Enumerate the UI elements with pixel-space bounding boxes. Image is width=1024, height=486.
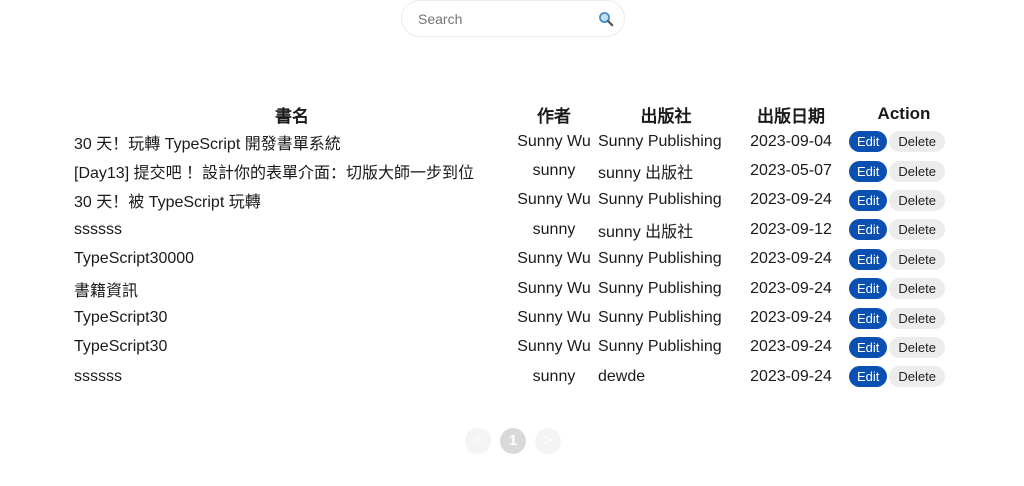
search-icon[interactable]	[598, 11, 614, 27]
table-row: ssssss sunny dewde 2023-09-24 Edit Delete	[72, 362, 962, 391]
page-1-button[interactable]: 1	[500, 428, 526, 454]
book-name: ssssss	[74, 220, 122, 238]
table-row: 書籍資訊 Sunny Wu Sunny Publishing 2023-09-2…	[72, 274, 962, 303]
book-date: 2023-05-07	[750, 162, 832, 180]
delete-button[interactable]: Delete	[889, 160, 945, 182]
book-publisher: Sunny Publishing	[598, 132, 722, 150]
book-name: 書籍資訊	[74, 282, 139, 300]
edit-button[interactable]: Edit	[849, 189, 888, 211]
header-action: Action	[877, 104, 931, 123]
header-name: 書名	[275, 106, 309, 126]
book-publisher: sunny 出版社	[598, 223, 694, 241]
book-name: TypeScript30	[74, 338, 168, 356]
book-publisher: Sunny Publishing	[598, 250, 722, 268]
book-publisher: Sunny Publishing	[598, 309, 722, 327]
edit-button[interactable]: Edit	[849, 219, 888, 241]
book-author: Sunny Wu	[517, 132, 591, 150]
action-cell: Edit Delete	[846, 215, 962, 244]
table-row: ssssss sunny sunny 出版社 2023-09-12 Edit De…	[72, 215, 962, 244]
edit-button[interactable]: Edit	[849, 248, 888, 270]
book-publisher: Sunny Publishing	[598, 279, 722, 297]
table-row: [Day13] 提交吧 ！設計你的表單介面：切版大師一步到位 sunny sun…	[72, 156, 962, 185]
book-name: [Day13] 提交吧 ！設計你的表單介面：切版大師一步到位	[74, 165, 475, 183]
action-cell: Edit Delete	[846, 156, 962, 185]
action-cell: Edit Delete	[846, 274, 962, 303]
header-date: 出版日期	[757, 106, 825, 126]
delete-button[interactable]: Delete	[889, 131, 945, 153]
delete-button[interactable]: Delete	[889, 219, 945, 241]
book-author: sunny	[532, 367, 576, 385]
book-date: 2023-09-24	[750, 309, 832, 327]
search-input[interactable]	[418, 1, 588, 36]
edit-button[interactable]: Edit	[849, 131, 888, 153]
edit-button[interactable]: Edit	[849, 366, 888, 388]
book-name: TypeScript30000	[74, 250, 195, 268]
table-row: 30 天！被 TypeScript 玩轉 Sunny Wu Sunny Publ…	[72, 186, 962, 215]
book-name: 30 天！被 TypeScript 玩轉	[74, 194, 261, 212]
action-cell: Edit Delete	[846, 245, 962, 274]
delete-button[interactable]: Delete	[889, 189, 945, 211]
delete-button[interactable]: Delete	[889, 336, 945, 358]
book-name: 30 天！玩轉 TypeScript 開發書單系統	[74, 135, 341, 153]
books-table: 書名 作者 出版社 出版日期 Action 30 天！玩轉 TypeScript…	[72, 101, 962, 392]
book-date: 2023-09-24	[750, 367, 832, 385]
action-cell: Edit Delete	[846, 127, 962, 156]
delete-button[interactable]: Delete	[889, 366, 945, 388]
book-date: 2023-09-24	[750, 338, 832, 356]
table-row: TypeScript30 Sunny Wu Sunny Publishing 2…	[72, 333, 962, 362]
book-publisher: Sunny Publishing	[598, 338, 722, 356]
book-publisher: sunny 出版社	[598, 165, 694, 183]
edit-button[interactable]: Edit	[849, 160, 888, 182]
book-author: Sunny Wu	[517, 250, 591, 268]
delete-button[interactable]: Delete	[889, 278, 945, 300]
table-row: 30 天！玩轉 TypeScript 開發書單系統 Sunny Wu Sunny…	[72, 127, 962, 156]
book-author: sunny	[532, 220, 576, 238]
header-author: 作者	[537, 106, 571, 126]
book-date: 2023-09-04	[750, 132, 832, 150]
book-name: TypeScript30	[74, 309, 168, 327]
action-cell: Edit Delete	[846, 333, 962, 362]
action-cell: Edit Delete	[846, 303, 962, 332]
book-author: Sunny Wu	[517, 279, 591, 297]
header-publisher: 出版社	[640, 106, 692, 126]
book-author: sunny	[532, 162, 576, 180]
book-date: 2023-09-24	[750, 250, 832, 268]
search-box	[401, 0, 625, 37]
table-header-row: 書名 作者 出版社 出版日期 Action	[72, 101, 962, 127]
edit-button[interactable]: Edit	[849, 336, 888, 358]
table-row: TypeScript30 Sunny Wu Sunny Publishing 2…	[72, 303, 962, 332]
book-date: 2023-09-24	[750, 279, 832, 297]
book-author: Sunny Wu	[517, 309, 591, 327]
action-cell: Edit Delete	[846, 186, 962, 215]
table-row: TypeScript30000 Sunny Wu Sunny Publishin…	[72, 245, 962, 274]
book-publisher: Sunny Publishing	[598, 191, 722, 209]
book-author: Sunny Wu	[517, 191, 591, 209]
edit-button[interactable]: Edit	[849, 307, 888, 329]
delete-button[interactable]: Delete	[889, 248, 945, 270]
prev-page-button[interactable]: <	[465, 428, 491, 454]
book-date: 2023-09-24	[750, 191, 832, 209]
book-author: Sunny Wu	[517, 338, 591, 356]
book-name: ssssss	[74, 367, 122, 385]
delete-button[interactable]: Delete	[889, 307, 945, 329]
edit-button[interactable]: Edit	[849, 278, 888, 300]
next-page-button[interactable]: >	[535, 428, 561, 454]
book-publisher: dewde	[598, 367, 646, 385]
action-cell: Edit Delete	[846, 362, 962, 391]
book-date: 2023-09-12	[750, 220, 832, 238]
